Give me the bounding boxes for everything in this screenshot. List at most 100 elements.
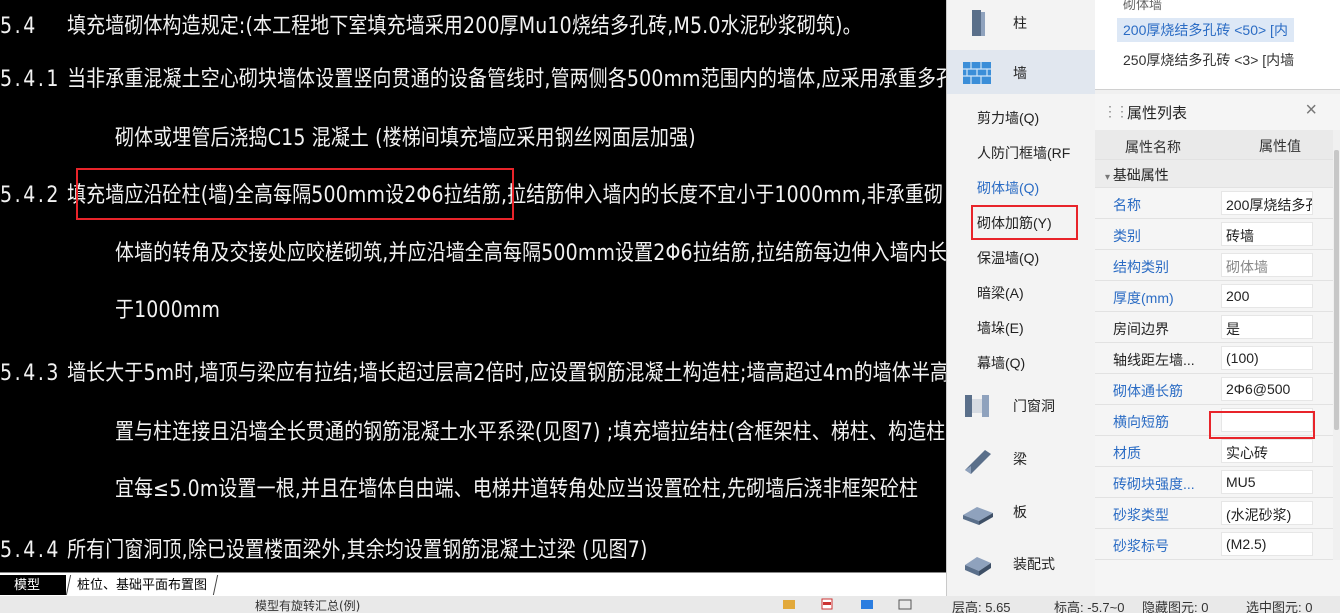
cad-drawing-canvas[interactable]: 5.4 填充墙砌体构造规定:(本工程地下室填充墙采用200厚Mu10烧结多孔砖,M… bbox=[0, 0, 946, 572]
beam-icon bbox=[965, 450, 991, 474]
component-list: 砌体墙 200厚烧结多孔砖 <50> [内 250厚烧结多孔砖 <3> [内墙 bbox=[1095, 0, 1340, 90]
property-row-room-boundary: 房间边界 是 bbox=[1095, 312, 1333, 343]
elevation-readout: 标高: -5.7~0 bbox=[1054, 600, 1125, 613]
clause-number: 5.4.4 bbox=[0, 538, 62, 563]
property-row-mortar-type: 砂浆类型 (水泥砂浆) bbox=[1095, 498, 1333, 529]
tree-group-slab[interactable]: 板 bbox=[947, 489, 1095, 533]
clause-text: 宜每≤5.0m设置一根,并且在墙体自由端、电梯井道转角处应当设置砼柱,先砌墙后浇… bbox=[115, 477, 919, 502]
property-value[interactable]: 砌体墙 bbox=[1221, 253, 1313, 277]
property-row-category: 类别 砖墙 bbox=[1095, 219, 1333, 250]
clause-number: 5.4.3 bbox=[0, 361, 62, 386]
clause-number: 5.4.2 bbox=[0, 183, 62, 208]
clause-number: 5.4 bbox=[0, 14, 38, 39]
status-bar-left: 模型有旋转汇总(例) bbox=[0, 596, 946, 613]
tree-group-label: 柱 bbox=[1013, 15, 1027, 31]
close-icon[interactable]: × bbox=[1305, 99, 1317, 122]
tree-group-label: 装配式 bbox=[1013, 556, 1055, 572]
wall-icon bbox=[963, 62, 991, 84]
tree-group-label: 门窗洞 bbox=[1013, 398, 1055, 414]
property-row-brick-strength: 砖砌块强度... MU5 bbox=[1095, 467, 1333, 498]
tree-group-beam[interactable]: 梁 bbox=[947, 436, 1095, 480]
list-item[interactable]: 200厚烧结多孔砖 <50> [内 bbox=[1117, 18, 1294, 42]
clause-number: 5.4.1 bbox=[0, 67, 62, 92]
tree-group-column[interactable]: 柱 bbox=[947, 0, 1095, 44]
layout-tab-bar: 模型 桩位、基础平面布置图 bbox=[0, 572, 946, 596]
tree-item-shear-wall[interactable]: 剪力墙(Q) bbox=[977, 108, 1039, 128]
property-scrollbar[interactable] bbox=[1333, 130, 1340, 560]
group-name: 基础属性 bbox=[1112, 167, 1169, 183]
property-value[interactable]: MU5 bbox=[1221, 470, 1313, 494]
property-row-material: 材质 实心砖 bbox=[1095, 436, 1333, 467]
property-value[interactable]: (M2.5) bbox=[1221, 532, 1313, 556]
clause-text: 砌体或埋管后浇捣C15 混凝土 (楼梯间填充墙应采用钢丝网面层加强) bbox=[115, 126, 696, 151]
property-group[interactable]: ▾ 基础属性 bbox=[1095, 160, 1333, 188]
property-table: 属性名称 属性值 ▾ 基础属性 名称 200厚烧结多孔 类别 砖墙 结构类别 砌… bbox=[1095, 130, 1333, 560]
clause-5-4-1-cont: 砌体或埋管后浇捣C15 混凝土 (楼梯间填充墙应采用钢丝网面层加强) bbox=[115, 120, 696, 152]
property-row-thickness: 厚度(mm) 200 bbox=[1095, 281, 1333, 312]
tree-group-label: 梁 bbox=[1013, 451, 1027, 467]
tree-item-insulation-wall[interactable]: 保温墙(Q) bbox=[977, 248, 1039, 268]
tree-item-wall-pier[interactable]: 墙垛(E) bbox=[977, 318, 1024, 338]
status-bar-right: 层高: 5.65 标高: -5.7~0 隐藏图元: 0 选中图元: 0 bbox=[946, 596, 1340, 613]
property-row-axis-offset: 轴线距左墙... (100) bbox=[1095, 343, 1333, 374]
pdf-icon[interactable] bbox=[820, 598, 834, 610]
property-value[interactable]: 2Φ6@500 bbox=[1221, 377, 1313, 401]
hidden-elements-readout: 隐藏图元: 0 bbox=[1142, 600, 1209, 613]
property-name: 结构类别 bbox=[1113, 259, 1169, 275]
property-name: 砖砌块强度... bbox=[1113, 476, 1195, 492]
drag-handle-icon[interactable]: ⋮⋮ bbox=[1103, 103, 1129, 120]
property-name: 砂浆类型 bbox=[1113, 507, 1169, 523]
property-name: 轴线距左墙... bbox=[1113, 352, 1195, 368]
property-value[interactable]: (水泥砂浆) bbox=[1221, 501, 1313, 525]
tab-model[interactable]: 模型 bbox=[0, 575, 66, 595]
clause-text: 填充墙砌体构造规定:(本工程地下室填充墙采用200厚Mu10烧结多孔砖,M5.0… bbox=[67, 14, 862, 39]
property-value[interactable]: 200 bbox=[1221, 284, 1313, 308]
property-panel-header: ⋮⋮ 属性列表 × bbox=[1095, 94, 1340, 128]
property-row-name: 名称 200厚烧结多孔 bbox=[1095, 188, 1333, 219]
tree-item-hidden-beam[interactable]: 暗梁(A) bbox=[977, 283, 1024, 303]
clause-text: 体墙的转角及交接处应咬槎砌筑,并应沿墙全高每隔500mm设置2Φ6拉结筋,拉结筋… bbox=[115, 241, 946, 266]
property-value[interactable]: 实心砖 bbox=[1221, 439, 1313, 463]
tree-group-door-window[interactable]: 门窗洞 bbox=[947, 383, 1095, 427]
tree-group-label: 墙 bbox=[1013, 65, 1027, 81]
highlight-box bbox=[971, 205, 1078, 240]
property-name: 名称 bbox=[1113, 197, 1141, 213]
property-name: 砌体通长筋 bbox=[1113, 383, 1183, 399]
clause-5-4-2-cont2: 于1000mm bbox=[115, 292, 220, 324]
selected-elements-readout: 选中图元: 0 bbox=[1246, 600, 1313, 613]
highlight-box bbox=[76, 168, 514, 220]
tree-group-label: 板 bbox=[1013, 504, 1027, 520]
list-group-header[interactable]: 砌体墙 bbox=[1123, 0, 1162, 13]
property-value[interactable]: 砖墙 bbox=[1221, 222, 1313, 246]
clause-5-4-3-cont2: 宜每≤5.0m设置一根,并且在墙体自由端、电梯井道转角处应当设置砼柱,先砌墙后浇… bbox=[115, 471, 918, 503]
column-header-name: 属性名称 bbox=[1125, 139, 1181, 155]
highlight-box bbox=[1209, 411, 1315, 439]
property-panel: ⋮⋮ 属性列表 × 属性名称 属性值 ▾ 基础属性 名称 200厚烧结多孔 类别… bbox=[1095, 94, 1340, 596]
tab-pile-foundation-layout[interactable]: 桩位、基础平面布置图 bbox=[65, 575, 219, 595]
property-value[interactable]: 200厚烧结多孔 bbox=[1221, 191, 1313, 215]
tab-label: 桩位、基础平面布置图 bbox=[77, 577, 208, 592]
property-table-header: 属性名称 属性值 bbox=[1095, 130, 1333, 160]
window-icon[interactable] bbox=[898, 598, 912, 610]
layer-icon[interactable] bbox=[860, 598, 874, 610]
tree-group-wall[interactable]: 墙 bbox=[947, 50, 1095, 94]
tree-group-prefab[interactable]: 装配式 bbox=[947, 541, 1095, 585]
bookmark-icon[interactable] bbox=[782, 598, 796, 610]
scrollbar-thumb[interactable] bbox=[1334, 150, 1339, 430]
tree-item-curtain-wall[interactable]: 幕墙(Q) bbox=[977, 353, 1025, 373]
prefab-icon bbox=[965, 557, 991, 576]
list-item[interactable]: 250厚烧结多孔砖 <3> [内墙 bbox=[1123, 50, 1294, 70]
tree-item-civil-defense-wall[interactable]: 人防门框墙(RF bbox=[977, 143, 1070, 163]
property-group-label: ▾ 基础属性 bbox=[1105, 165, 1205, 185]
floor-height-readout: 层高: 5.65 bbox=[952, 600, 1011, 613]
clause-5-4-1: 5.4.1 当非承重混凝土空心砌块墙体设置竖向贯通的设备管线时,管两侧各500mm… bbox=[0, 61, 946, 93]
tree-item-masonry-wall[interactable]: 砌体墙(Q) bbox=[977, 178, 1039, 198]
clause-text: 置与柱连接且沿墙全长贯通的钢筋混凝土水平系梁(见图7) ;填充墙拉结柱(含框架柱… bbox=[115, 420, 946, 445]
right-panel: 柱 墙 剪力墙(Q) 人防门框墙(RF 砌体墙(Q) 砌体加筋(Y) 保温墙(Q… bbox=[946, 0, 1340, 613]
clause-text: 所有门窗洞顶,除已设置楼面梁外,其余均设置钢筋混凝土过梁 (见图7) bbox=[67, 538, 648, 563]
property-value[interactable]: 是 bbox=[1221, 315, 1313, 339]
collapse-icon[interactable]: ▾ bbox=[1105, 172, 1113, 183]
property-value[interactable]: (100) bbox=[1221, 346, 1313, 370]
property-row-through-bar: 砌体通长筋 2Φ6@500 bbox=[1095, 374, 1333, 405]
clause-5-4-2-cont1: 体墙的转角及交接处应咬槎砌筑,并应沿墙全高每隔500mm设置2Φ6拉结筋,拉结筋… bbox=[115, 235, 946, 267]
